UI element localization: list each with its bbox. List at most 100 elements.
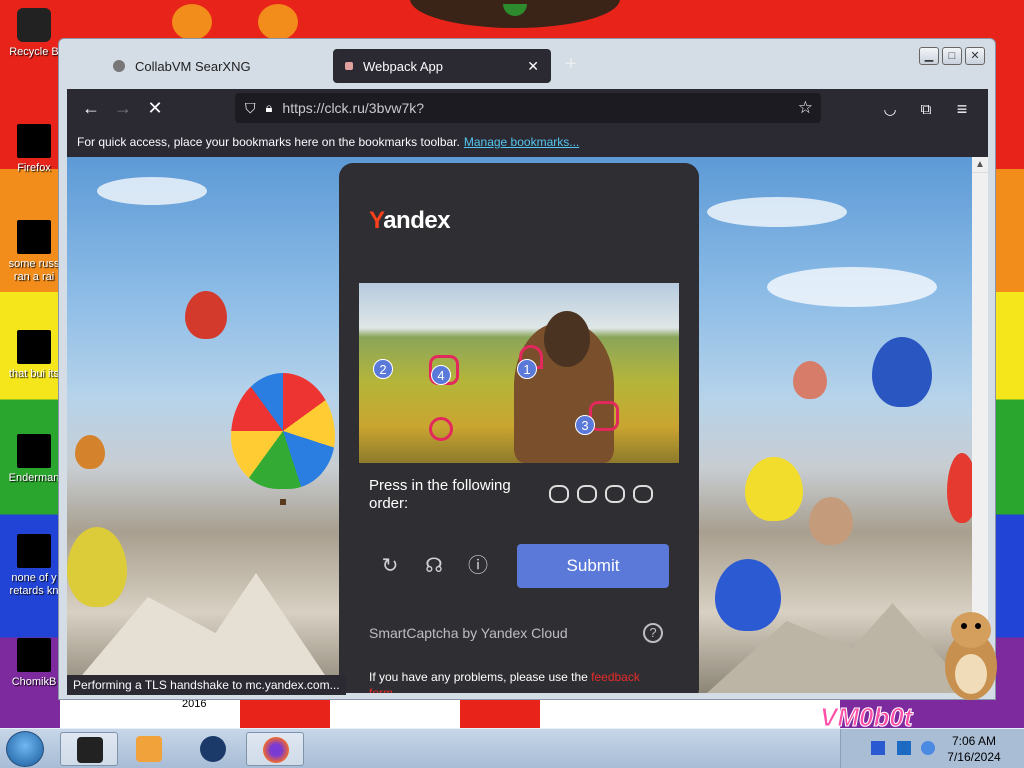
clock-time: 7:06 AM	[951, 734, 997, 748]
yandex-logo: Yandex	[369, 207, 451, 234]
stop-loading-icon[interactable]: ✕	[139, 92, 171, 124]
maximize-icon[interactable]: □	[942, 47, 962, 65]
balloon	[75, 435, 105, 469]
balloon	[809, 497, 853, 545]
captcha-marker-2[interactable]: 2	[373, 359, 393, 379]
balloon	[715, 559, 781, 631]
help-icon[interactable]: ?	[643, 623, 663, 643]
submit-button[interactable]: Submit	[517, 544, 669, 588]
taskbar-item-terminal[interactable]	[60, 732, 118, 766]
new-tab-icon[interactable]: +	[565, 53, 577, 76]
firefox-icon	[17, 124, 51, 158]
tab-collabvm-searxng[interactable]: CollabVM SearXNG ✕	[101, 49, 363, 83]
taskbar-item-media[interactable]	[120, 732, 178, 766]
tray-volume-icon[interactable]	[921, 741, 935, 755]
pocket-icon[interactable]: ◡	[874, 93, 906, 125]
image-person-head	[544, 311, 590, 367]
bookmarks-hint: For quick access, place your bookmarks h…	[77, 135, 460, 149]
balloon	[793, 361, 827, 399]
problems-text: If you have any problems, please use the…	[369, 669, 659, 693]
balloon	[745, 457, 803, 521]
tab-webpack-app[interactable]: Webpack App ✕	[333, 49, 551, 83]
desktop-icon-chomik[interactable]: ChomikB	[4, 638, 64, 689]
terminal-icon	[77, 737, 103, 763]
tray-network-icon[interactable]	[871, 741, 885, 755]
url-bar[interactable]: ⛉ 🔒︎ https://clck.ru/3bvw7k? ☆	[235, 93, 821, 123]
back-arrow-icon[interactable]: ←	[75, 92, 107, 124]
tab-bar: CollabVM SearXNG ✕ Webpack App ✕ + ▁ □ ✕	[59, 39, 995, 89]
desktop-icon-folder[interactable]: that bui its	[4, 330, 64, 381]
toolbar-right: ◡ ⧉ ≡	[874, 93, 978, 125]
chrome-icon	[17, 534, 51, 568]
close-window-icon[interactable]: ✕	[965, 47, 985, 65]
balloon	[947, 453, 972, 523]
clock[interactable]: 7:06 AM 7/16/2024	[944, 733, 1004, 765]
page-content: Yandex 1 2 3 4 Press in the following or…	[67, 157, 972, 693]
close-tab-icon[interactable]: ✕	[527, 58, 539, 75]
menu-hamburger-icon[interactable]: ≡	[946, 93, 978, 125]
cloud	[97, 177, 207, 205]
media-player-icon	[136, 736, 162, 762]
order-icon-1	[549, 485, 569, 503]
taskbar: 7:06 AM 7/16/2024	[0, 728, 1024, 768]
order-icon-4	[633, 485, 653, 503]
forward-arrow-icon[interactable]: →	[107, 92, 139, 124]
shield-icon[interactable]: ⛉	[245, 100, 256, 117]
captcha-image[interactable]: 1 2 3 4	[359, 283, 679, 463]
recycle-bin-icon	[17, 8, 51, 42]
captcha-marker-3[interactable]: 3	[575, 415, 595, 435]
start-button[interactable]	[6, 731, 44, 767]
captcha-marker-1[interactable]: 1	[517, 359, 537, 379]
order-icon-2	[577, 485, 597, 503]
enderman-icon	[17, 434, 51, 468]
firefox-icon	[263, 737, 289, 763]
window-controls: ▁ □ ✕	[919, 47, 985, 65]
captcha-order-icons	[549, 485, 653, 503]
manage-bookmarks-link[interactable]: Manage bookmarks...	[464, 135, 579, 149]
audio-headphones-icon[interactable]: ☊	[423, 555, 445, 577]
balloon	[231, 373, 335, 489]
bookmarks-toolbar: For quick access, place your bookmarks h…	[67, 127, 988, 157]
minimize-icon[interactable]: ▁	[919, 47, 939, 65]
tray-display-icon[interactable]	[897, 741, 911, 755]
desktop-deco	[172, 4, 212, 40]
desktop-icon-enderman[interactable]: Enderman	[4, 434, 64, 485]
lock-icon[interactable]: 🔒︎	[266, 100, 273, 116]
wallpaper-strip	[60, 700, 840, 730]
searxng-favicon-icon	[113, 60, 125, 72]
url-text[interactable]: https://clck.ru/3bvw7k?	[282, 100, 424, 116]
extensions-icon[interactable]: ⧉	[910, 93, 942, 125]
clock-date: 7/16/2024	[947, 750, 1001, 764]
taskbar-item-globe[interactable]	[184, 732, 242, 766]
taskbar-item-firefox[interactable]	[246, 732, 304, 766]
chomik-icon	[17, 638, 51, 672]
balloon	[67, 527, 127, 607]
balloon	[872, 337, 932, 407]
captcha-tools: ↻ ☊ ⓘ	[379, 555, 489, 577]
desktop-icon-recycle-bin[interactable]: Recycle B	[4, 8, 64, 59]
captcha-card: Yandex 1 2 3 4 Press in the following or…	[339, 163, 699, 693]
info-icon[interactable]: ⓘ	[467, 555, 489, 577]
order-icon-3	[605, 485, 625, 503]
refresh-icon[interactable]: ↻	[379, 555, 401, 577]
browser-window: CollabVM SearXNG ✕ Webpack App ✕ + ▁ □ ✕…	[58, 38, 996, 700]
file-icon	[17, 220, 51, 254]
captcha-marker-4[interactable]: 4	[431, 365, 451, 385]
balloon	[185, 291, 227, 339]
desktop-wallpaper-orb	[410, 0, 620, 28]
nav-toolbar: ← → ✕ ⛉ 🔒︎ https://clck.ru/3bvw7k? ☆ ◡ ⧉…	[67, 89, 988, 127]
bookmark-star-icon[interactable]: ☆	[798, 98, 813, 118]
status-bar: Performing a TLS handshake to mc.yandex.…	[67, 675, 346, 695]
desktop-icon-chrome[interactable]: none of y retards kn	[4, 534, 64, 598]
globe-icon	[200, 736, 226, 762]
desktop-icon-firefox[interactable]: Firefox	[4, 124, 64, 175]
desktop-deco	[258, 4, 298, 40]
smartcaptcha-label: SmartCaptcha by Yandex Cloud	[369, 625, 568, 641]
webpack-favicon-icon	[345, 62, 353, 70]
scroll-up-icon[interactable]: ▲	[972, 157, 988, 173]
captcha-target-mark[interactable]	[429, 417, 453, 441]
cloud	[707, 197, 847, 227]
desktop-icon-file[interactable]: some russ ran a rai	[4, 220, 64, 284]
cloud	[767, 267, 937, 307]
folder-icon	[17, 330, 51, 364]
